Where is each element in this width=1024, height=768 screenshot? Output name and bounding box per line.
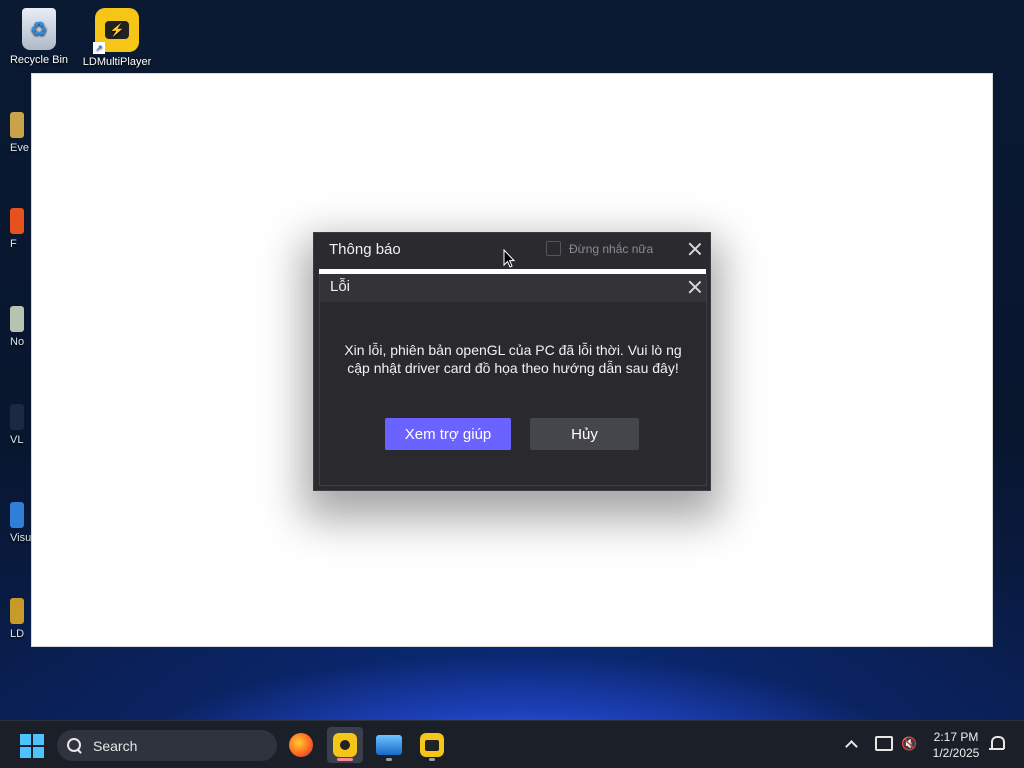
running-indicator (386, 758, 392, 761)
clock-time: 2:17 PM (933, 730, 979, 744)
clock-date: 1/2/2025 (932, 746, 980, 760)
desktop-icon-label: VL (10, 434, 24, 446)
active-indicator (337, 758, 353, 761)
show-hidden-icons-chevron-icon[interactable] (845, 738, 857, 750)
desktop-icon-label: F (10, 238, 17, 250)
search-placeholder: Search (93, 737, 138, 754)
desktop-icon-partial[interactable]: LD (10, 598, 32, 640)
notification-close-icon[interactable] (688, 242, 702, 256)
volume-muted-icon[interactable]: 🔇 (901, 736, 919, 752)
taskbar-app-firefox[interactable] (283, 727, 319, 763)
desktop-icon-partial[interactable]: F (10, 208, 32, 250)
taskbar-search[interactable]: Search (57, 730, 277, 761)
taskbar-app-photos[interactable] (371, 727, 407, 763)
dont-remind-option[interactable]: Đừng nhắc nữa (546, 241, 653, 256)
dont-remind-label: Đừng nhắc nữa (569, 241, 654, 256)
mouse-cursor-icon (503, 249, 515, 268)
desktop-icon-partial[interactable]: VL (10, 404, 32, 446)
view-help-button[interactable]: Xem trợ giúp (385, 418, 511, 450)
desktop-icon-label: Recycle Bin (9, 54, 69, 66)
desktop-icon-label: No (10, 336, 25, 348)
desktop-icon-label: LDMultiPlayer (82, 56, 152, 68)
recycle-bin-icon: ♻ (22, 8, 56, 50)
error-dialog-title: Lỗi (330, 278, 351, 295)
notification-bell-icon[interactable] (989, 736, 1005, 753)
shortcut-arrow-icon: ↗ (93, 42, 105, 54)
network-icon[interactable] (875, 736, 893, 751)
error-dialog-titlebar: Lỗi (320, 274, 706, 302)
desktop-icon-label: Visu (10, 532, 32, 544)
taskbar-clock[interactable]: 2:17 PM 1/2/2025 (928, 729, 984, 761)
error-close-icon[interactable] (688, 280, 702, 294)
firefox-icon (289, 733, 313, 757)
dont-remind-checkbox[interactable] (546, 241, 561, 256)
desktop-icon-ldmultiplayer[interactable]: ⚡ ↗ LDMultiPlayer (78, 8, 156, 68)
notification-dialog-title: Thông báo (329, 241, 401, 258)
ldplayer-icon (333, 733, 357, 757)
running-indicator (429, 758, 435, 761)
notification-dialog: Thông báo Đừng nhắc nữa Lỗi Xin lỗi, phi… (313, 232, 711, 491)
ldmultiplayer-icon (420, 733, 444, 757)
desktop-icon-recycle-bin[interactable]: ♻ Recycle Bin (0, 8, 78, 66)
taskbar-app-ldplayer[interactable] (327, 727, 363, 763)
desktop-icon-partial[interactable]: Eve (10, 112, 32, 154)
cancel-button[interactable]: Hủy (530, 418, 639, 450)
desktop-icon-partial[interactable]: Visu (10, 502, 32, 544)
taskbar-app-ldmultiplayer[interactable] (414, 727, 450, 763)
error-dialog: Lỗi Xin lỗi, phiên bản openGL của PC đã … (319, 274, 707, 486)
search-icon (67, 737, 83, 754)
photos-icon (376, 735, 402, 755)
ldmultiplayer-icon: ⚡ ↗ (93, 8, 139, 54)
desktop-icon-partial[interactable]: No (10, 306, 32, 348)
error-message: Xin lỗi, phiên bản openGL của PC đã lỗi … (344, 342, 682, 376)
windows-start-icon[interactable] (20, 734, 44, 758)
taskbar: Search 🔇 2:17 PM 1/2/2025 (0, 720, 1024, 768)
desktop-icon-label: LD (10, 628, 25, 640)
desktop-icon-label: Eve (10, 142, 29, 154)
